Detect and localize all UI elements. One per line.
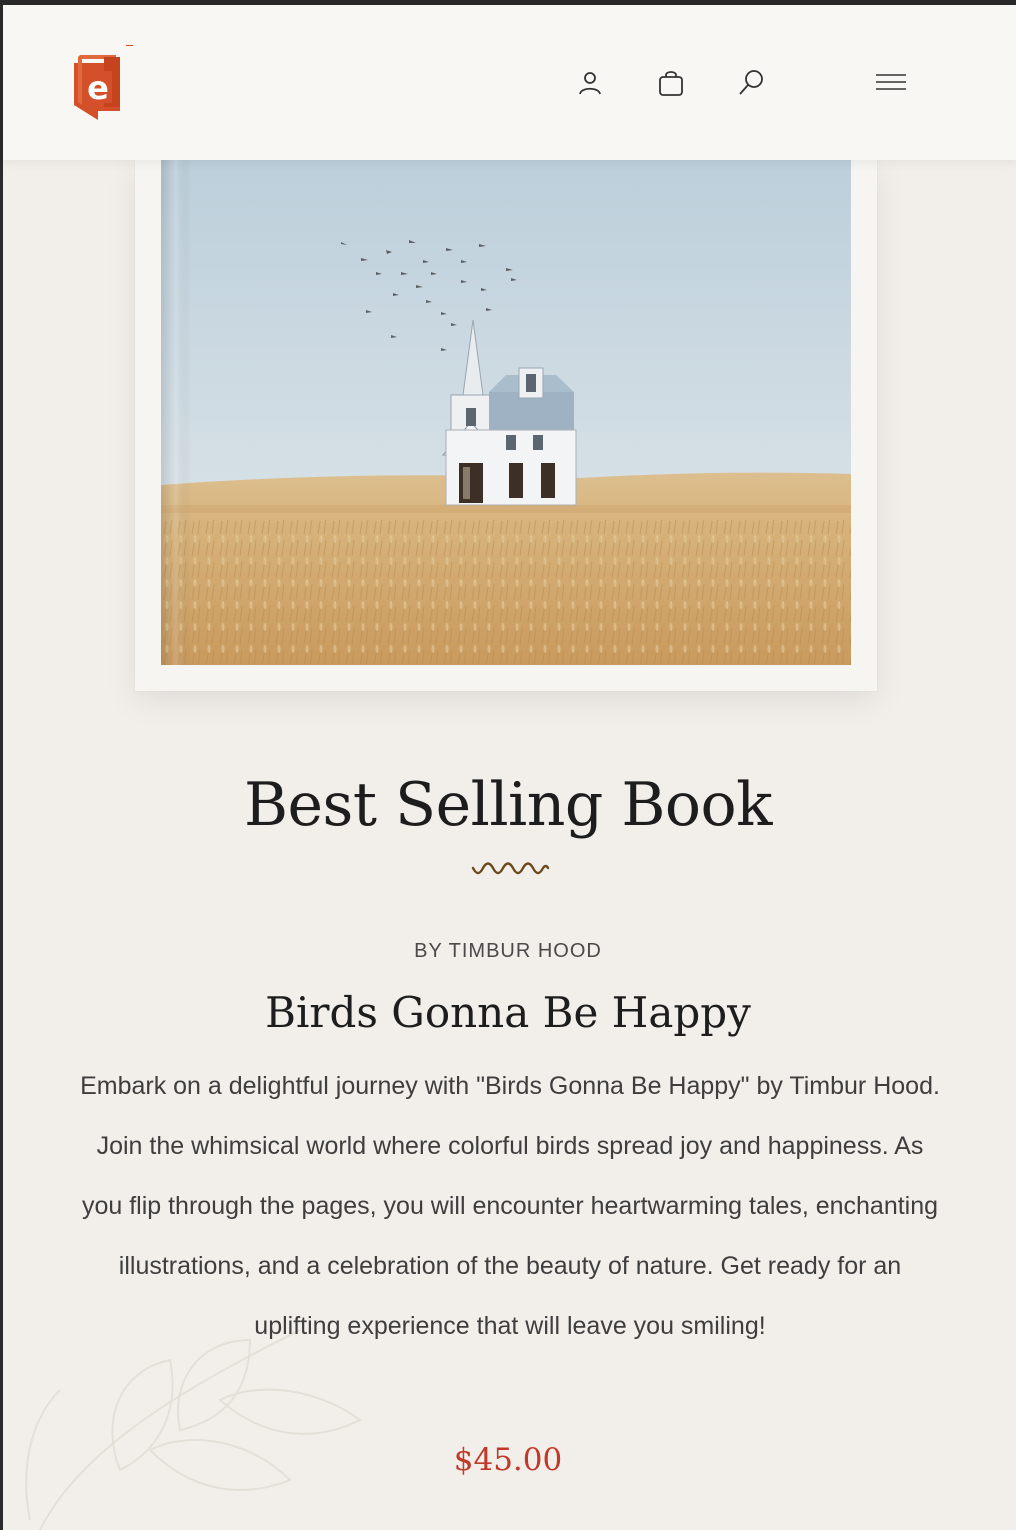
featured-book-frame: [135, 160, 877, 691]
logo[interactable]: e: [68, 44, 138, 125]
search-icon: [739, 70, 763, 95]
section-title: Best Selling Book: [243, 770, 773, 840]
hamburger-menu-icon: [876, 74, 906, 90]
book-cover-house-wheatfield-image: [161, 160, 851, 665]
book-author: BY TIMBUR HOOD: [414, 940, 602, 962]
account-button[interactable]: [568, 61, 612, 105]
squiggle-divider-icon: [471, 862, 550, 875]
book-description: Embark on a delightful journey with "Bir…: [80, 1072, 940, 1340]
book-title[interactable]: Birds Gonna Be Happy: [0, 988, 1016, 1037]
site-header: e: [3, 5, 1016, 160]
menu-button[interactable]: [869, 61, 913, 105]
book-e-logo-icon: e: [74, 44, 133, 120]
cart-button[interactable]: [649, 61, 693, 105]
svg-text:e: e: [87, 69, 109, 107]
search-button[interactable]: [729, 61, 773, 105]
user-icon: [579, 72, 601, 95]
shopping-bag-icon: [659, 71, 683, 96]
book-cover[interactable]: [161, 160, 851, 665]
book-price: $45.00: [453, 1442, 563, 1478]
